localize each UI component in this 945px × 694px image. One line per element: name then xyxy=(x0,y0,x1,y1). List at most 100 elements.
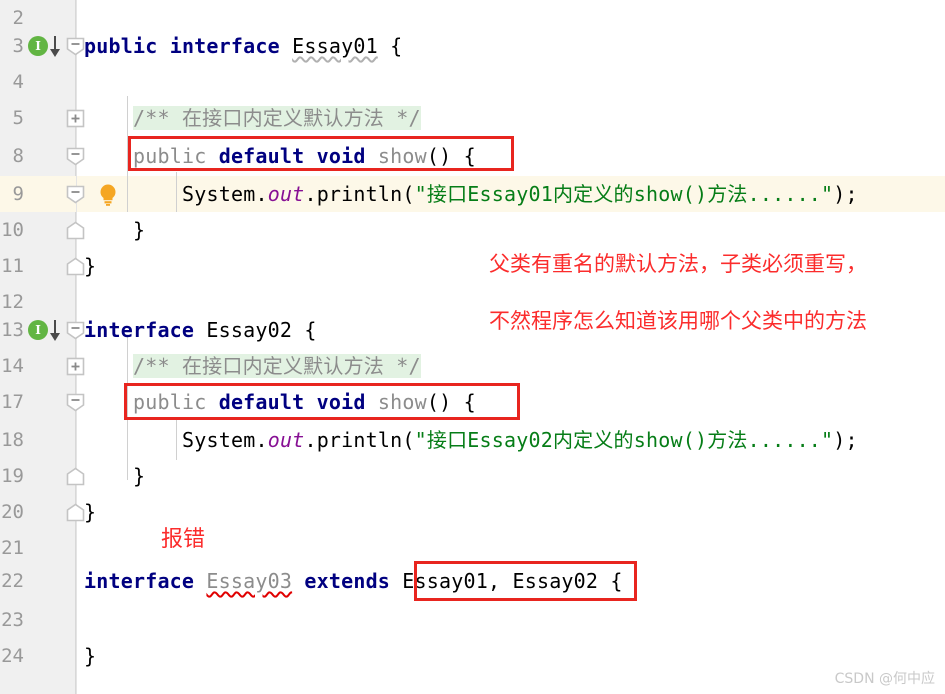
code-text[interactable]: } xyxy=(84,494,96,530)
line-number[interactable]: 10 xyxy=(0,212,24,248)
intention-bulb-icon[interactable] xyxy=(97,183,119,206)
line-number[interactable]: 14 xyxy=(0,348,24,384)
line-number[interactable]: 11 xyxy=(0,248,24,284)
annotation-note-line2: 不然程序怎么知道该用哪个父类中的方法 xyxy=(489,309,867,333)
token-println: println xyxy=(316,182,403,206)
editor-line[interactable]: 4 xyxy=(0,64,945,100)
editor-line[interactable]: 24 } xyxy=(0,638,945,674)
token-string-literal: "接口Essay01内定义的show()方法......" xyxy=(414,182,834,206)
line-number[interactable]: 20 xyxy=(0,494,24,530)
editor-line[interactable]: 23 xyxy=(0,602,945,638)
code-text[interactable]: System.out.println("接口Essay02内定义的show()方… xyxy=(182,422,858,458)
token-super-essay02: Essay02 xyxy=(512,569,599,593)
code-text[interactable]: } xyxy=(84,638,96,674)
line-number[interactable]: 18 xyxy=(0,422,24,458)
token-out: out xyxy=(267,428,305,452)
editor-line[interactable]: 20 } xyxy=(0,494,945,530)
fold-expand-icon[interactable] xyxy=(66,357,85,376)
code-text[interactable]: /** 在接口内定义默认方法 */ xyxy=(133,348,421,384)
token-void: void xyxy=(316,390,366,414)
token-interface: interface xyxy=(84,569,195,593)
fold-end-icon[interactable] xyxy=(66,257,85,276)
token-paren-open: ( xyxy=(402,428,415,452)
token-type-essay01: Essay01 xyxy=(292,34,378,58)
token-javadoc-comment: /** 在接口内定义默认方法 */ xyxy=(133,354,421,378)
line-number[interactable]: 24 xyxy=(0,638,24,674)
editor-line[interactable]: 5 /** 在接口内定义默认方法 */ xyxy=(0,100,945,136)
token-brace-close: } xyxy=(84,254,97,278)
line-number[interactable]: 19 xyxy=(0,458,24,494)
fold-end-icon[interactable] xyxy=(66,221,85,240)
implemented-by-arrow-icon[interactable] xyxy=(48,318,62,342)
code-text[interactable]: } xyxy=(84,248,96,284)
code-text[interactable]: public interface Essay01 { xyxy=(84,28,402,64)
interface-marker-icon[interactable]: I xyxy=(28,320,48,340)
fold-end-icon[interactable] xyxy=(66,503,85,522)
code-text[interactable]: public default void show() { xyxy=(133,138,476,174)
editor-line[interactable]: 10 } xyxy=(0,212,945,248)
editor-line[interactable]: 14 /** 在接口内定义默认方法 */ xyxy=(0,348,945,384)
line-number[interactable]: 21 xyxy=(0,530,24,566)
token-parens: () xyxy=(426,390,452,414)
token-brace-close: } xyxy=(133,218,146,242)
editor-line[interactable]: 9 System.out.println("接口Essay01内定义的show(… xyxy=(0,176,945,212)
token-dot: . xyxy=(304,428,317,452)
fold-collapse-icon[interactable] xyxy=(66,147,85,166)
line-number[interactable]: 9 xyxy=(0,176,24,212)
annotation-note-line1: 父类有重名的默认方法，子类必须重写， xyxy=(489,252,867,276)
csdn-watermark: CSDN @何中应 xyxy=(834,671,935,687)
line-number[interactable]: 22 xyxy=(0,563,24,599)
interface-marker-icon[interactable]: I xyxy=(28,36,48,56)
token-brace-open: { xyxy=(390,34,403,58)
code-text[interactable]: /** 在接口内定义默认方法 */ xyxy=(133,100,421,136)
annotation-error-label: 报错 xyxy=(161,527,206,552)
line-number[interactable]: 5 xyxy=(0,100,24,136)
token-println: println xyxy=(316,428,403,452)
editor-line[interactable]: 18 System.out.println("接口Essay02内定义的show… xyxy=(0,422,945,458)
token-public-redundant: public xyxy=(133,390,207,414)
token-string-literal: "接口Essay02内定义的show()方法......" xyxy=(414,428,834,452)
fold-expand-icon[interactable] xyxy=(66,109,85,128)
editor-line[interactable]: 21 xyxy=(0,530,945,566)
editor-line[interactable]: 17 public default void show() { xyxy=(0,384,945,420)
code-text[interactable]: } xyxy=(133,458,145,494)
token-interface: interface xyxy=(169,34,280,58)
fold-collapse-icon[interactable] xyxy=(66,393,85,412)
line-number[interactable]: 4 xyxy=(0,64,24,100)
fold-collapse-icon[interactable] xyxy=(66,37,85,56)
code-text[interactable]: } xyxy=(133,212,145,248)
code-text[interactable]: interface Essay02 { xyxy=(84,312,317,348)
fold-collapse-icon[interactable] xyxy=(66,185,85,204)
token-comma: , xyxy=(487,569,513,593)
token-public-redundant: public xyxy=(133,144,207,168)
editor-line[interactable]: 3 I public interface Essay01 { xyxy=(0,28,945,64)
token-brace-open: { xyxy=(463,390,476,414)
token-public: public xyxy=(84,34,158,58)
token-parens: () xyxy=(426,144,452,168)
token-type-essay02: Essay02 xyxy=(206,318,293,342)
line-number[interactable]: 3 xyxy=(0,28,24,64)
line-number[interactable]: 17 xyxy=(0,384,24,420)
token-dot: . xyxy=(255,428,268,452)
line-number[interactable]: 8 xyxy=(0,138,24,174)
line-number[interactable]: 13 xyxy=(0,312,24,348)
token-statement-end: ); xyxy=(833,428,858,452)
editor-line[interactable]: 22 interface Essay03 extends Essay01, Es… xyxy=(0,563,945,599)
token-void: void xyxy=(316,144,366,168)
token-dot: . xyxy=(255,182,268,206)
token-interface: interface xyxy=(84,318,195,342)
line-number[interactable]: 23 xyxy=(0,602,24,638)
code-text[interactable]: public default void show() { xyxy=(133,384,476,420)
token-brace-close: } xyxy=(133,464,146,488)
editor-line[interactable]: 19 } xyxy=(0,458,945,494)
code-text[interactable]: interface Essay03 extends Essay01, Essay… xyxy=(84,563,623,599)
editor-line[interactable]: 8 public default void show() { xyxy=(0,138,945,174)
fold-collapse-icon[interactable] xyxy=(66,321,85,340)
fold-end-icon[interactable] xyxy=(66,467,85,486)
token-extends: extends xyxy=(304,569,391,593)
token-brace-open: { xyxy=(463,144,476,168)
code-text[interactable]: System.out.println("接口Essay01内定义的show()方… xyxy=(182,176,858,212)
token-default: default xyxy=(218,390,305,414)
token-default: default xyxy=(218,144,305,168)
implemented-by-arrow-icon[interactable] xyxy=(48,34,62,58)
